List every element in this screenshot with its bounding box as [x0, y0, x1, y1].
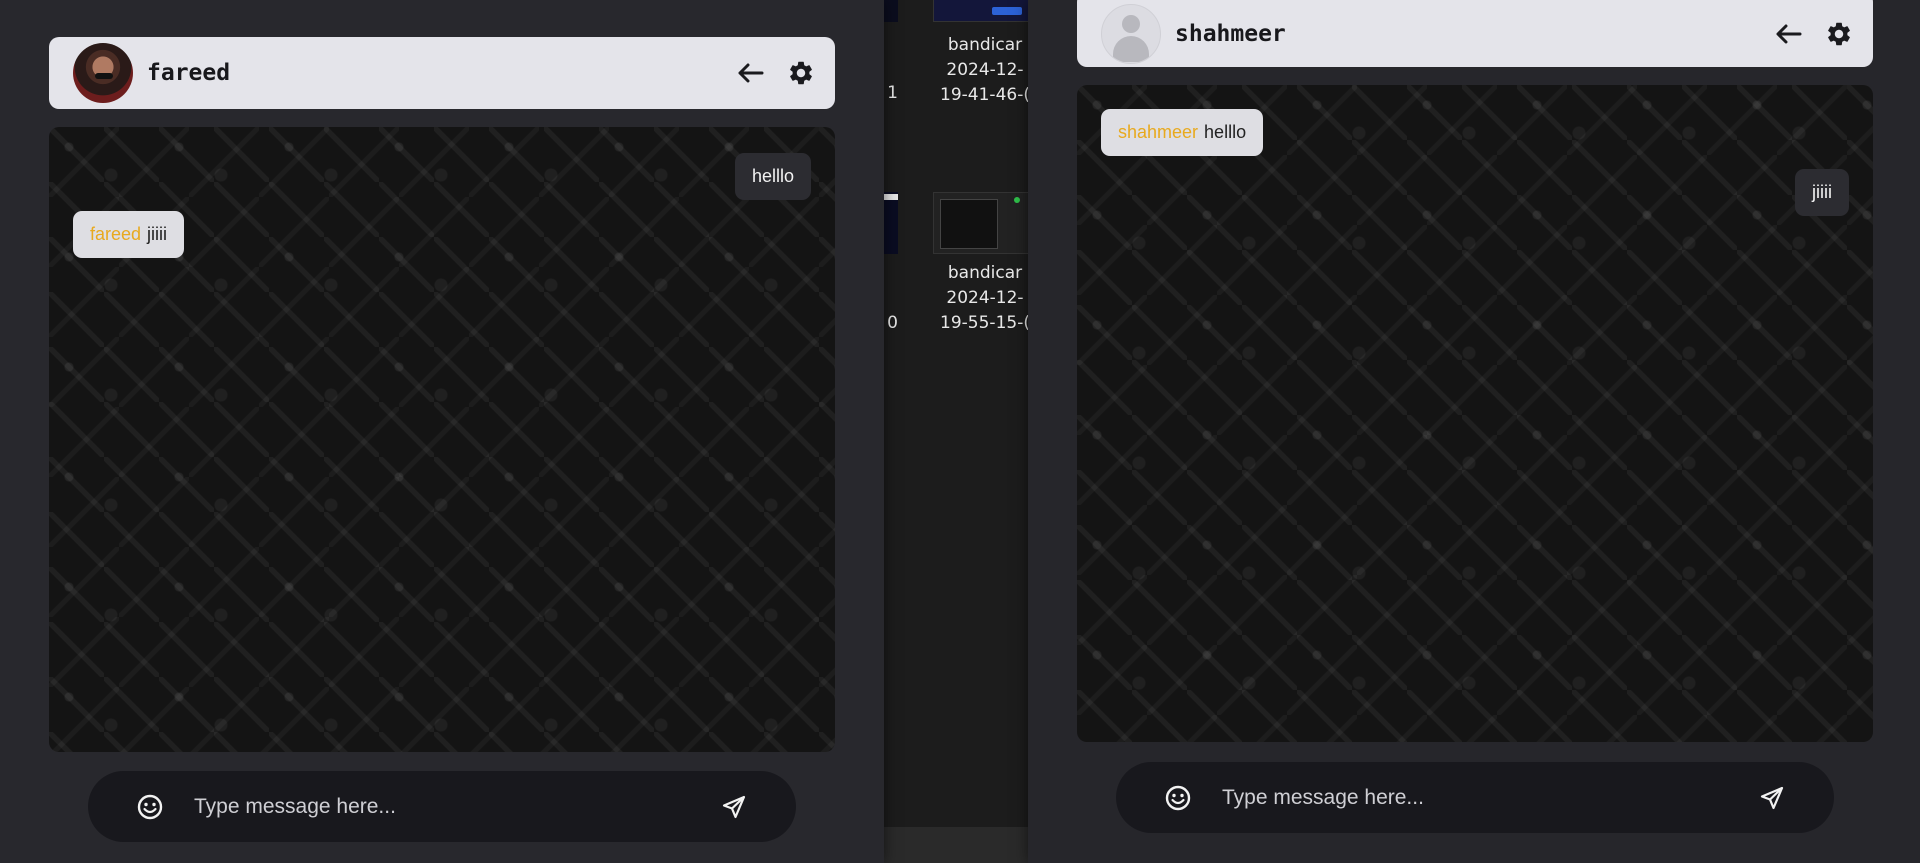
file-label-partial: 1	[887, 83, 898, 103]
desktop: 1 bandicar 2024-12- 19-41-46-( 0 bandica…	[0, 0, 1920, 863]
chat-window-fareed: fareed helllo fareed jiiii	[0, 0, 884, 863]
message-sender: fareed	[90, 224, 142, 244]
file-label-partial: 0	[887, 313, 898, 333]
message-sender: shahmeer	[1118, 122, 1199, 142]
chat-header: fareed	[49, 37, 835, 109]
chat-header: shahmeer	[1077, 0, 1873, 67]
message-bubble-own[interactable]: jiiii	[1795, 169, 1849, 216]
message-text: jiiii	[1812, 182, 1832, 202]
file-label-line: 2024-12-	[946, 288, 1024, 308]
message-bubble-other[interactable]: fareed jiiii	[73, 211, 185, 258]
arrow-left-icon[interactable]	[1769, 14, 1809, 54]
file-label-line: 19-55-15-(	[940, 313, 1028, 333]
file-label[interactable]: bandicar 2024-12- 19-41-46-(	[930, 33, 1028, 108]
file-label[interactable]: bandicar 2024-12- 19-55-15-(	[930, 261, 1028, 336]
send-icon[interactable]	[1752, 778, 1792, 818]
message-composer	[1116, 762, 1834, 833]
file-label-line: 2024-12-	[946, 60, 1024, 80]
smiley-icon[interactable]	[130, 787, 170, 827]
avatar[interactable]	[73, 43, 133, 103]
chat-messages-area[interactable]: shahmeer helllo jiiii	[1077, 85, 1873, 742]
message-input[interactable]	[194, 786, 714, 827]
send-icon[interactable]	[714, 787, 754, 827]
file-thumbnail[interactable]	[933, 192, 1028, 254]
message-text: helllo	[751, 166, 794, 186]
avatar[interactable]	[1101, 3, 1161, 64]
chat-window-shahmeer: shahmeer shahmeer helllo jiiii	[1028, 0, 1920, 863]
message-text: helllo	[1204, 122, 1247, 142]
message-input[interactable]	[1222, 777, 1752, 818]
chat-username: fareed	[147, 60, 231, 86]
chat-username: shahmeer	[1175, 20, 1286, 47]
gear-icon[interactable]	[781, 53, 821, 93]
smiley-icon[interactable]	[1158, 778, 1198, 818]
message-composer	[88, 771, 796, 842]
arrow-left-icon[interactable]	[731, 53, 771, 93]
file-label-line: 19-41-46-(	[940, 85, 1028, 105]
explorer-status-bar	[884, 827, 1028, 863]
gear-icon[interactable]	[1819, 14, 1859, 54]
message-text: jiiii	[147, 224, 168, 244]
file-label-line: bandicar	[947, 263, 1023, 283]
file-thumbnail-partial[interactable]	[884, 0, 898, 22]
message-bubble-other[interactable]: shahmeer helllo	[1101, 109, 1264, 156]
message-bubble-own[interactable]: helllo	[734, 153, 811, 200]
chat-messages-area[interactable]: helllo fareed jiiii	[49, 127, 835, 752]
file-label-line: bandicar	[947, 35, 1023, 55]
file-thumbnail-partial[interactable]	[884, 192, 898, 254]
background-file-explorer: 1 bandicar 2024-12- 19-41-46-( 0 bandica…	[884, 0, 1028, 863]
file-thumbnail[interactable]	[933, 0, 1028, 22]
